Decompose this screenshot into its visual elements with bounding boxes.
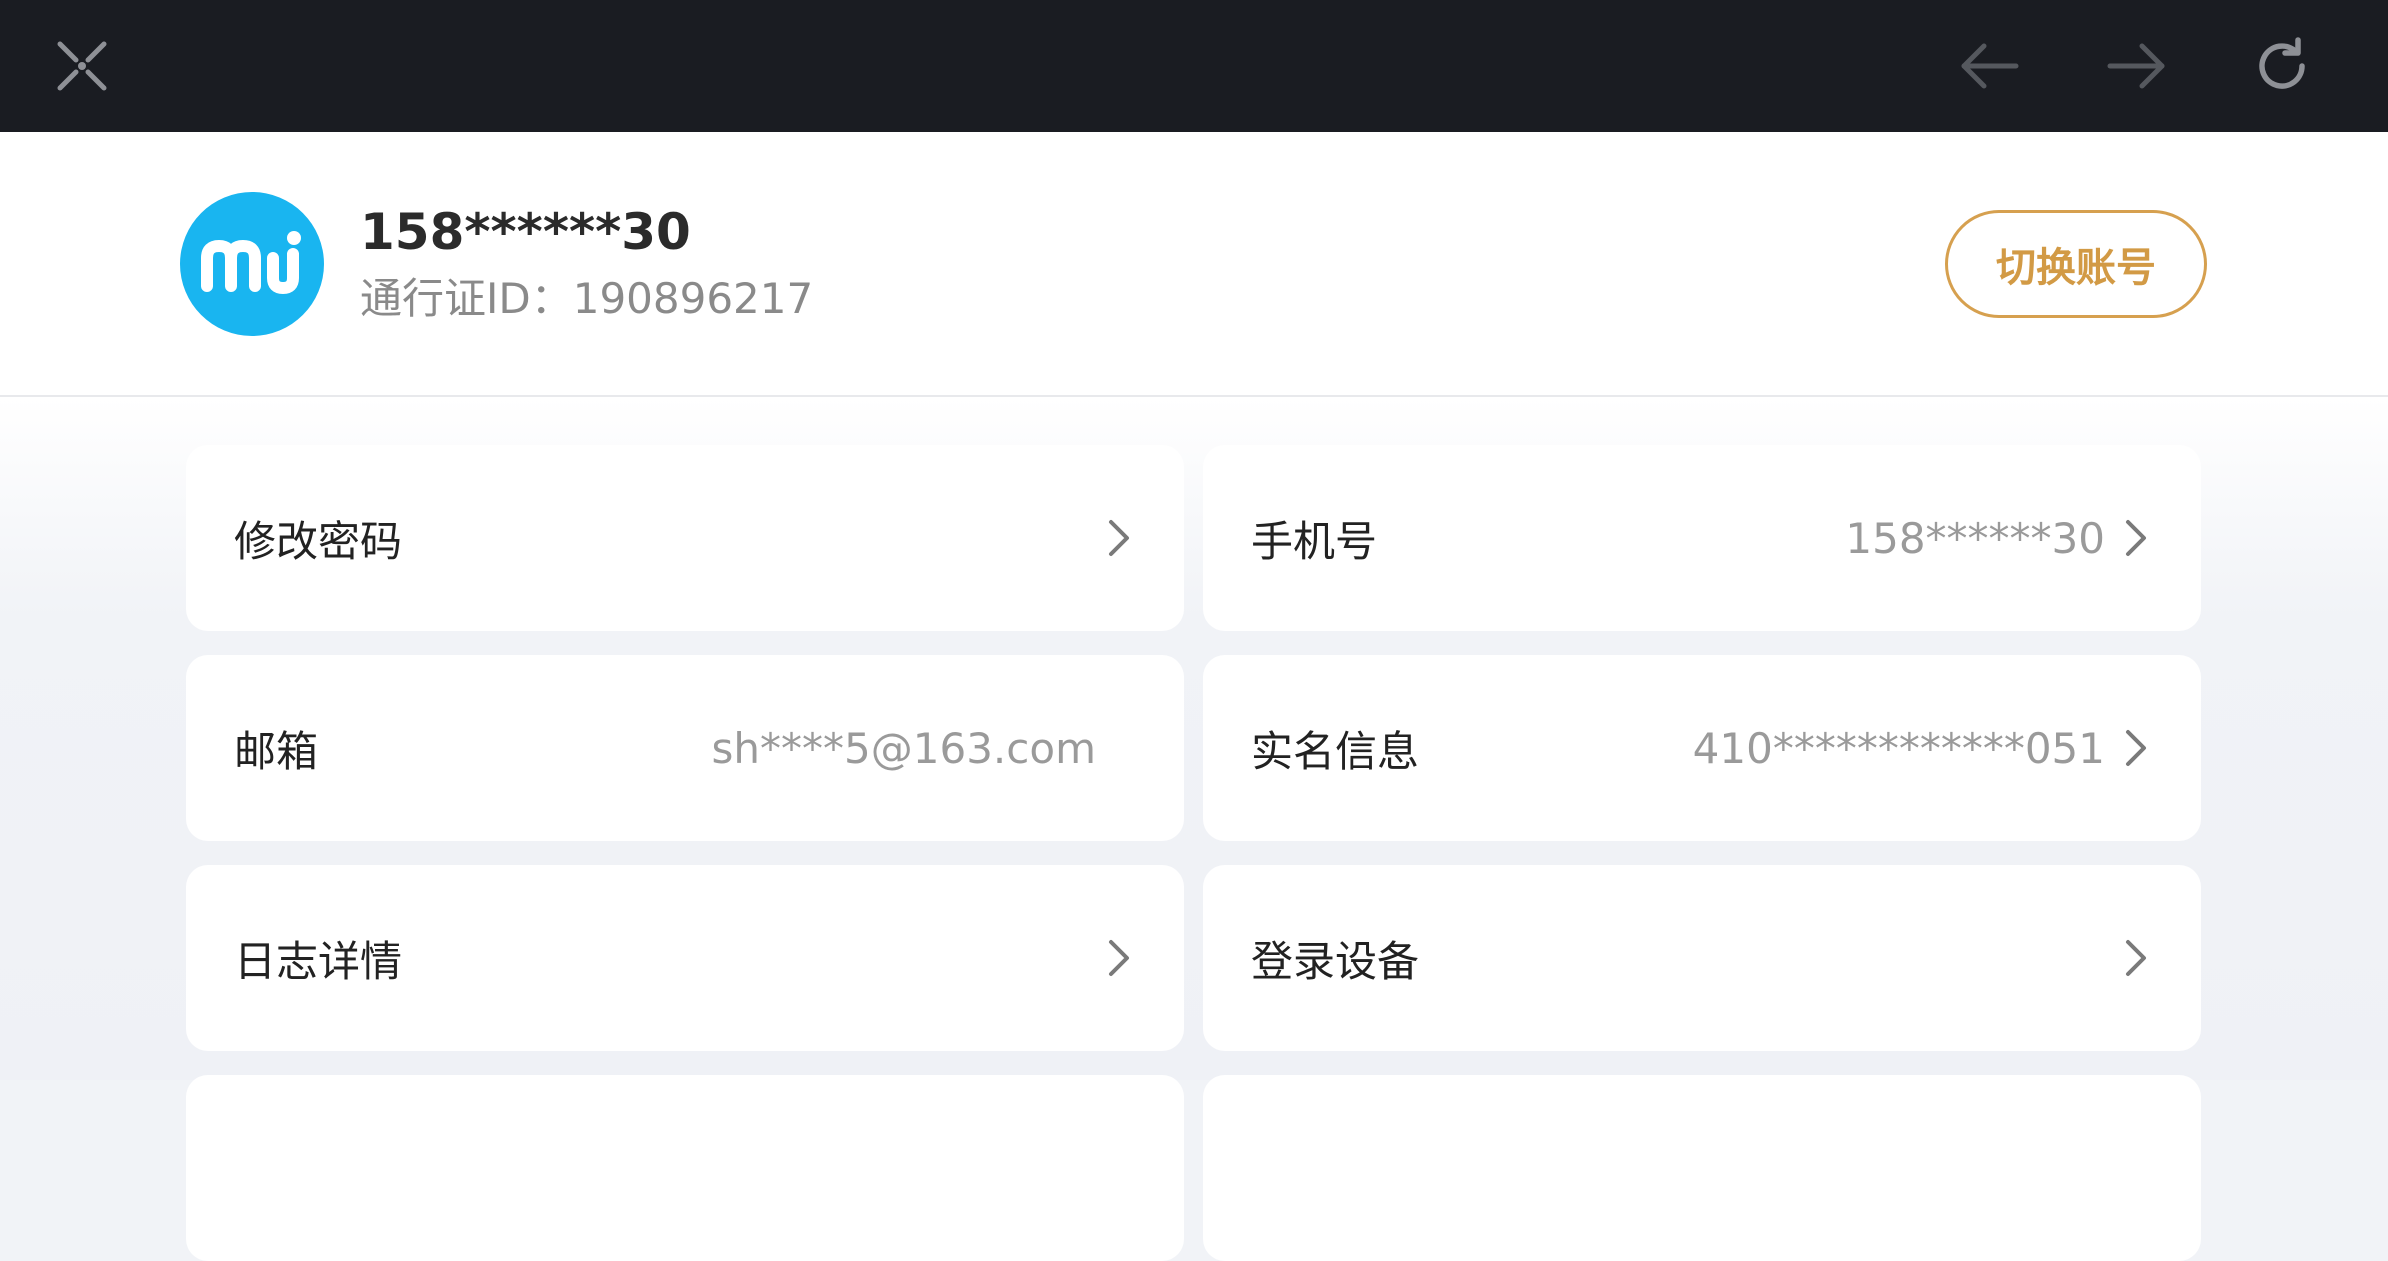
item-label: 日志详情 xyxy=(234,936,403,986)
passport-id: 通行证ID：190896217 xyxy=(360,274,814,323)
close-button[interactable] xyxy=(42,26,122,106)
chevron-right-icon xyxy=(2119,728,2153,768)
close-icon xyxy=(57,41,107,91)
forward-button[interactable] xyxy=(2096,26,2176,106)
item-label: 登录设备 xyxy=(1251,936,1420,986)
chevron-right-icon xyxy=(2119,938,2153,978)
login-devices-item[interactable]: 登录设备 xyxy=(1203,865,2201,1051)
item-label: 实名信息 xyxy=(1251,726,1420,776)
back-button[interactable] xyxy=(1950,26,2030,106)
phone-number-item[interactable]: 手机号 158******30 xyxy=(1203,445,2201,631)
browser-toolbar xyxy=(0,0,2388,132)
item-label: 邮箱 xyxy=(234,726,319,776)
item-label: 修改密码 xyxy=(234,516,403,566)
reload-button[interactable] xyxy=(2242,26,2322,106)
item-label: 手机号 xyxy=(1251,516,1378,566)
switch-account-button[interactable]: 切换账号 xyxy=(1945,210,2207,318)
reload-icon xyxy=(2259,37,2305,89)
user-phone: 158******30 xyxy=(360,203,691,261)
item-value: sh****5@163.com xyxy=(711,723,1096,773)
chevron-right-icon xyxy=(1102,938,1136,978)
chevron-right-icon xyxy=(1102,518,1136,558)
log-details-item[interactable]: 日志详情 xyxy=(186,865,1184,1051)
partial-card xyxy=(186,1075,1184,1261)
avatar xyxy=(180,192,324,336)
change-password-item[interactable]: 修改密码 xyxy=(186,445,1184,631)
arrow-left-icon xyxy=(1961,43,2019,89)
partial-card xyxy=(1203,1075,2201,1261)
mi-logo-icon xyxy=(201,231,301,294)
arrow-right-icon xyxy=(2107,43,2165,89)
settings-grid: 修改密码 手机号 158******30 邮箱 sh****5@163.com … xyxy=(0,397,2388,1261)
chevron-right-icon xyxy=(2119,518,2153,558)
item-value: 410************051 xyxy=(1692,723,2105,773)
email-item[interactable]: 邮箱 sh****5@163.com xyxy=(186,655,1184,841)
profile-header: 158******30 通行证ID：190896217 切换账号 xyxy=(0,132,2388,397)
real-name-info-item[interactable]: 实名信息 410************051 xyxy=(1203,655,2201,841)
item-value: 158******30 xyxy=(1845,513,2105,563)
